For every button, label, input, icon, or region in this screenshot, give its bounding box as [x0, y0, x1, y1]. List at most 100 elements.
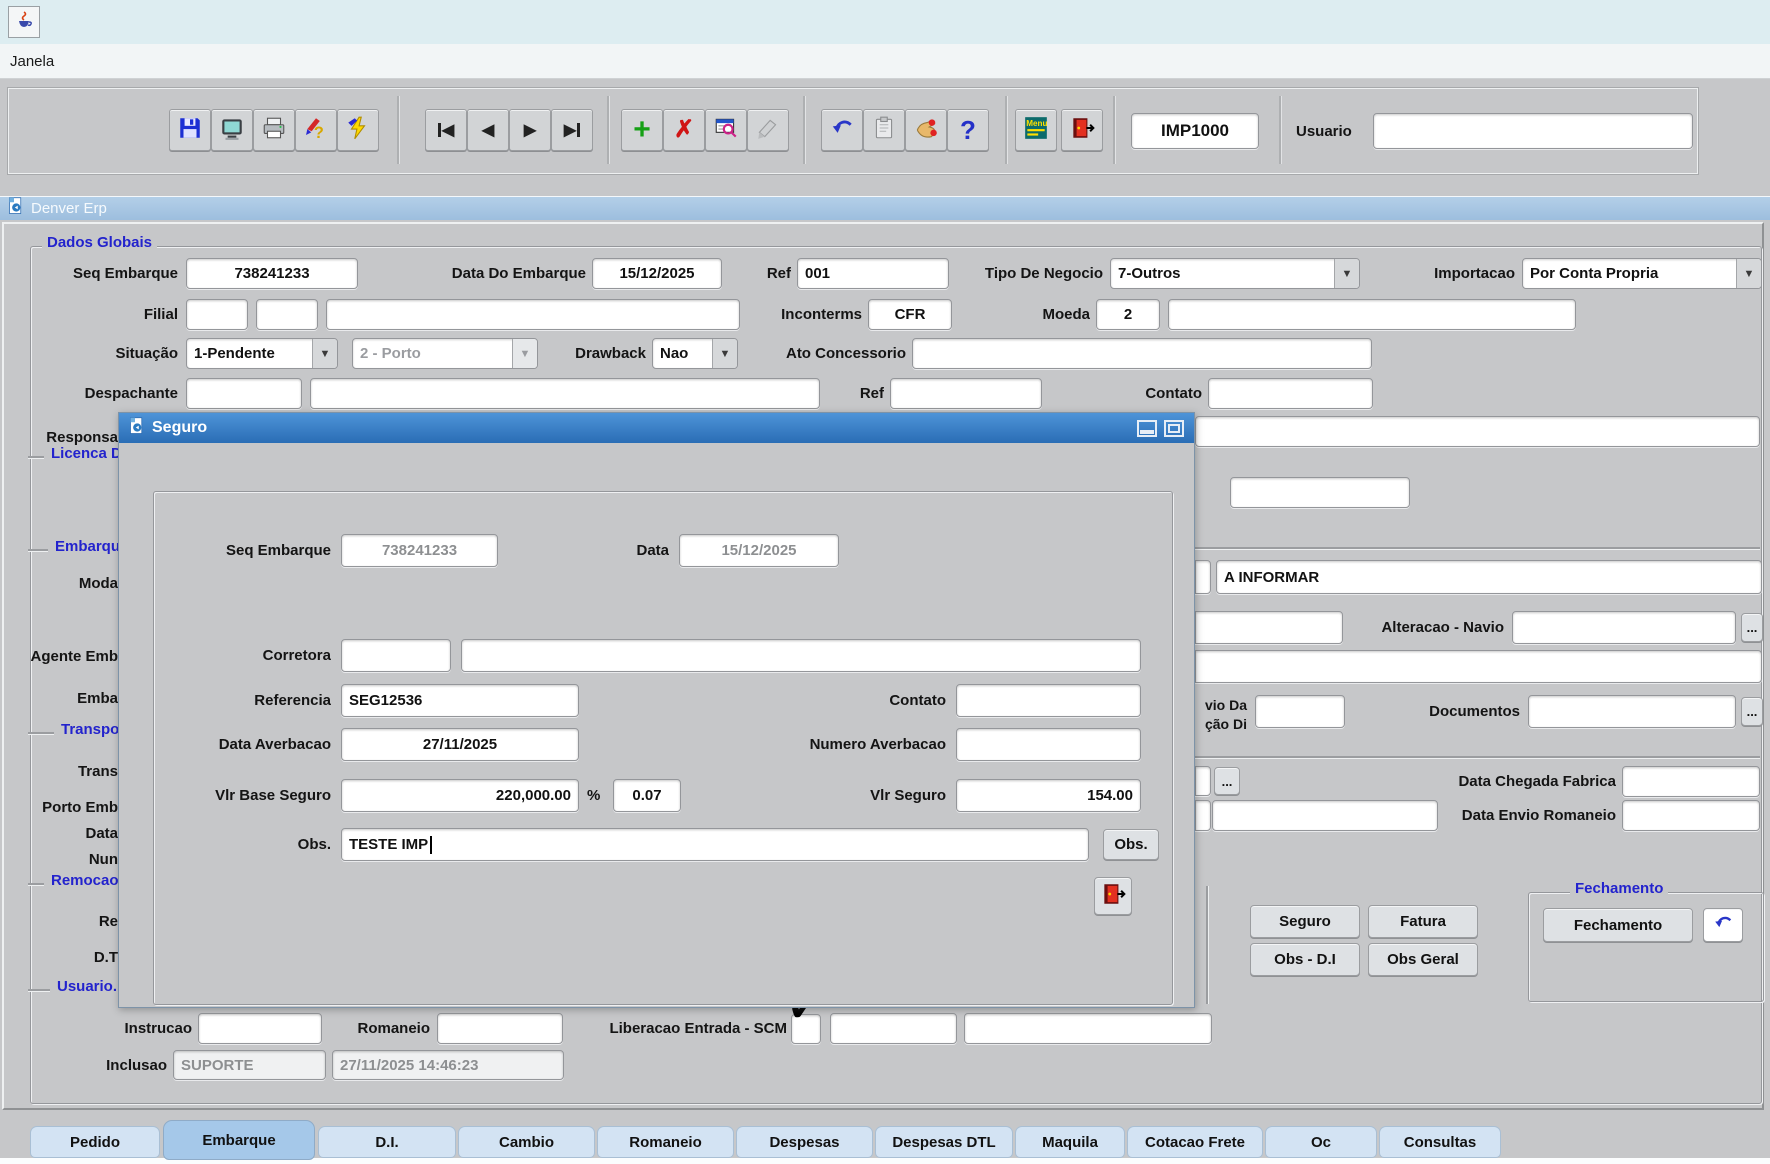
screen-icon [219, 115, 245, 146]
navio-field-fragment[interactable] [1195, 560, 1211, 594]
fechamento-button[interactable]: Fechamento [1543, 908, 1693, 942]
corretora-nome-field[interactable] [461, 639, 1141, 672]
dialog-exit-button[interactable] [1094, 877, 1132, 915]
obs-button[interactable]: Obs. [1103, 829, 1159, 860]
nav-last-button[interactable]: ▶ [551, 109, 593, 151]
seguro-dialog-titlebar[interactable]: Seguro [119, 413, 1194, 443]
tab-maquila[interactable]: Maquila [1015, 1126, 1125, 1158]
envio-documentacao-field[interactable] [1255, 695, 1345, 728]
undo-button[interactable] [821, 109, 863, 151]
ato-concessorio-field[interactable] [912, 338, 1372, 369]
obs-field[interactable]: TESTE IMP [341, 828, 1089, 861]
nav-next-button[interactable]: ▶ [509, 109, 551, 151]
nav-prev-button[interactable]: ◀ [467, 109, 509, 151]
data-averbacao-field[interactable]: 27/11/2025 [341, 728, 579, 761]
data-envio-romaneio-field[interactable] [1622, 800, 1760, 831]
edit-help-button[interactable]: ? [295, 109, 337, 151]
porto-field-fragment[interactable] [1195, 800, 1211, 831]
tab-oc[interactable]: Oc [1265, 1126, 1377, 1158]
maximize-icon[interactable] [1164, 420, 1184, 437]
moeda-field[interactable]: 2 [1096, 299, 1160, 330]
moeda-descricao-field[interactable] [1168, 299, 1576, 330]
exit-button[interactable] [1061, 109, 1103, 151]
porto-descricao-field[interactable] [1212, 800, 1438, 831]
seguro-button[interactable]: Seguro [1250, 905, 1360, 938]
java-app-button[interactable] [8, 6, 40, 38]
vlr-base-seguro-field[interactable]: 220,000.00 [341, 779, 579, 812]
dropdown-arrow-icon[interactable]: ▼ [1736, 259, 1761, 288]
corretora-codigo-field[interactable] [341, 639, 451, 672]
data-do-embarque-field[interactable]: 15/12/2025 [592, 258, 722, 289]
drawback-select[interactable]: Nao▼ [652, 338, 738, 369]
transportadora-lookup-button[interactable]: ... [1214, 767, 1240, 795]
call-button[interactable] [905, 109, 947, 151]
dropdown-arrow-icon[interactable]: ▼ [1334, 259, 1359, 288]
obs-di-button[interactable]: Obs - D.I [1250, 943, 1360, 976]
screen-button[interactable] [211, 109, 253, 151]
tab-consultas[interactable]: Consultas [1379, 1126, 1501, 1158]
fatura-button[interactable]: Fatura [1368, 905, 1478, 938]
group-line [1195, 756, 1760, 758]
ref-field[interactable]: 001 [797, 258, 949, 289]
dropdown-arrow-icon[interactable]: ▼ [712, 339, 737, 368]
instrucao-field[interactable] [198, 1013, 322, 1044]
tipo-de-negocio-select[interactable]: 7-Outros▼ [1110, 258, 1360, 289]
tab-di[interactable]: D.I. [318, 1126, 456, 1158]
insert-button[interactable]: + [621, 109, 663, 151]
help-button[interactable]: ? [947, 109, 989, 151]
save-button[interactable] [169, 109, 211, 151]
tab-cambio[interactable]: Cambio [458, 1126, 595, 1158]
licenca-field-fragment[interactable] [1230, 477, 1410, 508]
romaneio-field[interactable] [437, 1013, 563, 1044]
agente-embarque-field-fragment[interactable] [1195, 650, 1762, 683]
inconterms-field[interactable]: CFR [868, 299, 952, 330]
filial-descricao-field[interactable] [326, 299, 740, 330]
filial-field-2[interactable] [256, 299, 318, 330]
tab-pedido[interactable]: Pedido [30, 1126, 160, 1158]
liberacao-field-1[interactable] [830, 1013, 957, 1044]
data-chegada-fabrica-field[interactable] [1622, 766, 1760, 797]
numero-averbacao-field[interactable] [956, 728, 1141, 761]
tab-cotacao-frete[interactable]: Cotacao Frete [1127, 1126, 1263, 1158]
menu-janela[interactable]: Janela [10, 44, 54, 78]
despachante-ref-field[interactable] [890, 378, 1042, 409]
dialog-contato-field[interactable] [956, 684, 1141, 717]
responsavel-field-fragment[interactable] [1195, 416, 1760, 447]
usuario-input[interactable] [1373, 113, 1693, 149]
vlr-seguro-field[interactable]: 154.00 [956, 779, 1141, 812]
run-button[interactable] [337, 109, 379, 151]
situacao-select[interactable]: 1-Pendente▼ [186, 338, 338, 369]
program-code-field[interactable]: IMP1000 [1131, 113, 1259, 149]
despachante-nome-field[interactable] [310, 378, 820, 409]
tab-despesas[interactable]: Despesas [736, 1126, 873, 1158]
alteracao-navio-field[interactable] [1512, 611, 1736, 644]
importacao-select[interactable]: Por Conta Propria▼ [1522, 258, 1762, 289]
alteracao-navio-lookup-button[interactable]: ... [1741, 613, 1763, 642]
despachante-field[interactable] [186, 378, 302, 409]
delete-button[interactable]: ✗ [663, 109, 705, 151]
clear-button[interactable] [747, 109, 789, 151]
transportadora-field-fragment[interactable] [1195, 766, 1211, 796]
filial-field-1[interactable] [186, 299, 248, 330]
liberacao-field-2[interactable] [964, 1013, 1212, 1044]
dropdown-arrow-icon[interactable]: ▼ [312, 339, 337, 368]
documentos-lookup-button[interactable]: ... [1741, 697, 1763, 726]
navio-field-fragment-2[interactable] [1195, 611, 1343, 644]
print-button[interactable] [253, 109, 295, 151]
obs-geral-button[interactable]: Obs Geral [1368, 943, 1478, 976]
tab-despesas-dtl[interactable]: Despesas DTL [875, 1126, 1013, 1158]
menu-button[interactable]: Menu [1015, 109, 1057, 151]
seq-embarque-field[interactable]: 738241233 [186, 258, 358, 289]
navio-nome-field[interactable]: A INFORMAR [1216, 560, 1762, 594]
reabrir-button[interactable] [1703, 908, 1743, 942]
query-button[interactable] [705, 109, 747, 151]
nav-first-button[interactable]: ◀ [425, 109, 467, 151]
tab-romaneio[interactable]: Romaneio [597, 1126, 734, 1158]
documentos-field[interactable] [1528, 695, 1736, 728]
percent-field[interactable]: 0.07 [613, 779, 681, 812]
contato-field[interactable] [1208, 378, 1373, 409]
paste-button[interactable] [863, 109, 905, 151]
minimize-icon[interactable] [1137, 420, 1157, 437]
tab-embarque[interactable]: Embarque [163, 1120, 315, 1160]
referencia-field[interactable]: SEG12536 [341, 684, 579, 717]
